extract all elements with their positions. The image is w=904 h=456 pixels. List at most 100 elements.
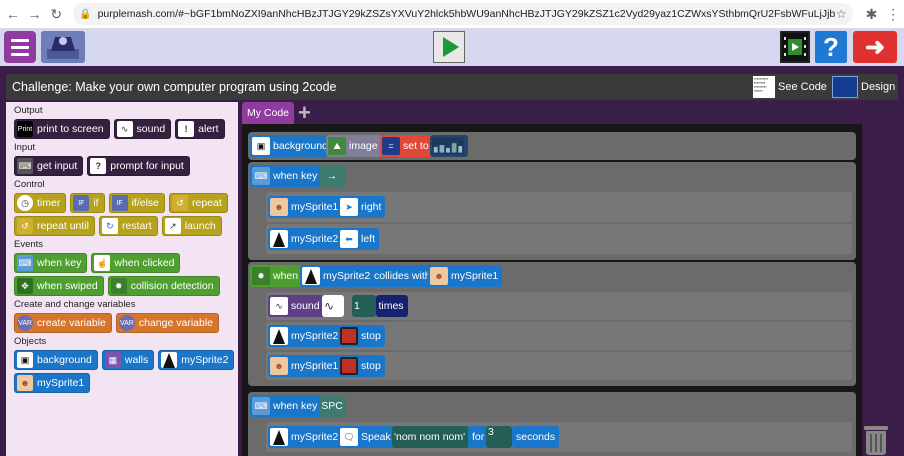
when-key-block[interactable]: ⌨ when key — [250, 165, 322, 187]
sound-block[interactable]: ∿ sound — [113, 119, 172, 139]
mysprite2-block[interactable]: mySprite2 — [268, 325, 343, 347]
code-statement[interactable]: mySprite2 ⬅ left — [266, 224, 852, 254]
cone-sprite-icon — [302, 267, 320, 285]
image-property-block[interactable]: ⛰ image — [326, 135, 382, 157]
collision-icon: ✸ — [252, 267, 270, 285]
more-menu-icon[interactable]: ⋮ — [882, 3, 904, 25]
design-view-button[interactable] — [780, 31, 810, 63]
restart-block[interactable]: ↻ restart — [98, 216, 158, 236]
timer-block[interactable]: ◷ timer — [14, 193, 67, 213]
key-value[interactable]: → — [320, 165, 346, 187]
exit-button[interactable]: ➜ — [853, 31, 897, 63]
create-variable-block[interactable]: VAR create variable — [14, 313, 112, 333]
trash-icon[interactable] — [864, 426, 888, 456]
tab-my-code[interactable]: My Code — [242, 102, 295, 124]
sound-wave-icon: ∿ — [116, 121, 133, 137]
monitor-icon: ▣ — [17, 352, 33, 368]
code-tabs: My Code + — [242, 102, 904, 124]
stop-block[interactable]: stop — [338, 355, 385, 377]
get-input-block[interactable]: ⌨ get input — [14, 156, 84, 176]
extensions-icon[interactable]: ✱ — [861, 3, 883, 25]
sound-wave-icon: ∿ — [270, 297, 288, 315]
equals-icon: = — [382, 137, 400, 155]
mysprite1-object[interactable]: ☻ mySprite1 — [14, 373, 91, 393]
speak-block[interactable]: 🗨 Speak — [338, 426, 395, 448]
repeat-until-block[interactable]: ↺ repeat until — [14, 216, 95, 236]
mysprite2-block[interactable]: mySprite2 — [300, 265, 375, 287]
if-block[interactable]: IF if — [70, 193, 105, 213]
when-key-block[interactable]: ⌨ when key — [250, 395, 322, 417]
cone-sprite-icon — [270, 428, 288, 446]
sound-waveform-icon[interactable]: ∿ — [322, 295, 344, 317]
code-statement[interactable]: mySprite2 stop — [266, 322, 852, 350]
code-statement[interactable]: ∿ sound ∿ 1 times — [266, 292, 852, 320]
back-arrow-icon[interactable]: ← — [2, 3, 24, 25]
code-thumbnail-icon: ▪▪▪▪▪▪▪▪▪▪ ▪▪▪▪▪▪▪▪ ▪▪▪▪▪▪▪▪▪ ▪▪▪▪▪▪ — [753, 76, 775, 98]
code-statement[interactable]: mySprite2 🗨 Speak 'nom nom nom' for 3 sec… — [266, 422, 852, 452]
sound-block[interactable]: ∿ sound — [268, 295, 324, 317]
play-button[interactable] — [433, 31, 465, 63]
if-diamond-icon: IF — [73, 195, 90, 211]
hamburger-menu-button[interactable] — [4, 31, 36, 63]
when-clicked-block[interactable]: ☝ when clicked — [91, 253, 181, 273]
mysprite2-block[interactable]: mySprite2 — [268, 426, 343, 448]
move-right-block[interactable]: ➤ right — [338, 196, 386, 218]
challenge-bar: Challenge: Make your own computer progra… — [6, 74, 898, 100]
restart-icon: ↻ — [101, 218, 118, 234]
key-value[interactable]: SPC — [320, 395, 346, 417]
repeat-loop-icon: ↺ — [172, 195, 189, 211]
set-to-block[interactable]: = set to — [380, 135, 433, 157]
seconds-value[interactable]: 3 — [486, 426, 512, 448]
when-key-statement[interactable]: ⌨ when key SPC mySprite2 🗨 Speak 'nom nom … — [248, 392, 856, 456]
repeat-count-value[interactable]: 1 — [352, 295, 376, 317]
help-button[interactable]: ? — [815, 31, 847, 63]
star-icon[interactable]: ☆ — [836, 7, 847, 21]
palette-heading-events: Events — [14, 239, 44, 250]
reload-icon[interactable]: ↻ — [45, 3, 67, 25]
change-variable-block[interactable]: VAR change variable — [115, 313, 220, 333]
speech-text-value[interactable]: 'nom nom nom' — [392, 426, 470, 448]
when-swiped-block[interactable]: ✥ when swiped — [14, 276, 104, 296]
when-key-block[interactable]: ⌨ when key — [14, 253, 88, 273]
palette-heading-output: Output — [14, 105, 43, 116]
if-else-block[interactable]: IF if/else — [108, 193, 166, 213]
launch-icon: ↗ — [164, 218, 181, 234]
code-statement[interactable]: ▣ background ⛰ image = set to — [248, 132, 856, 160]
add-tab-button[interactable]: + — [298, 102, 311, 124]
repeat-block[interactable]: ↺ repeat — [169, 193, 228, 213]
stop-block[interactable]: stop — [338, 325, 385, 347]
repeat-until-icon: ↺ — [17, 218, 33, 234]
when-key-statement[interactable]: ⌨ when key → ☻ mySprite1 ➤ right mySprite2 … — [248, 162, 856, 260]
background-object[interactable]: ▣ background — [14, 350, 98, 370]
character-sprite-icon: ☻ — [430, 267, 448, 285]
address-bar[interactable]: 🔒 purplemash.com/#~bGF1bmNoZXI9anNhcHBzJ… — [73, 3, 853, 25]
code-statement[interactable]: ☻ mySprite1 ➤ right — [266, 192, 852, 222]
background-image-thumbnail[interactable] — [430, 135, 468, 157]
design-thumbnail-icon — [832, 76, 858, 98]
launch-block[interactable]: ↗ launch — [161, 216, 222, 236]
see-code-button[interactable]: ▪▪▪▪▪▪▪▪▪▪ ▪▪▪▪▪▪▪▪ ▪▪▪▪▪▪▪▪▪ ▪▪▪▪▪▪ See… — [753, 76, 827, 98]
code-statement[interactable]: ☻ mySprite1 stop — [266, 352, 852, 380]
see-code-label: See Code — [778, 81, 827, 93]
forward-arrow-icon[interactable]: → — [24, 3, 46, 25]
design-button[interactable]: Design — [832, 76, 895, 98]
mysprite2-block[interactable]: mySprite2 — [268, 228, 343, 250]
print-to-screen-block[interactable]: Print print to screen — [14, 119, 110, 139]
mysprite1-block[interactable]: ☻ mySprite1 — [428, 265, 503, 287]
mysprite1-block[interactable]: ☻ mySprite1 — [268, 355, 343, 377]
move-left-block[interactable]: ⬅ left — [338, 228, 380, 250]
collision-detection-block[interactable]: ✸ collision detection — [107, 276, 220, 296]
when-collision-block[interactable]: ✸ when — [250, 265, 303, 287]
background-block[interactable]: ▣ background — [250, 135, 332, 157]
purple-mash-logo[interactable] — [41, 31, 85, 63]
mysprite1-block[interactable]: ☻ mySprite1 — [268, 196, 343, 218]
prompt-for-input-block[interactable]: ? prompt for input — [87, 156, 190, 176]
cone-sprite-icon — [270, 230, 288, 248]
walls-object[interactable]: ▦ walls — [101, 350, 155, 370]
pointer-hand-icon: ☝ — [94, 255, 111, 271]
alert-block[interactable]: ! alert — [175, 119, 225, 139]
keyboard-icon: ⌨ — [17, 158, 33, 174]
palette-heading-control: Control — [14, 179, 45, 190]
collision-statement[interactable]: ✸ when mySprite2 collides with ☻ mySprite1… — [248, 262, 856, 386]
mysprite2-object[interactable]: mySprite2 — [158, 350, 235, 370]
